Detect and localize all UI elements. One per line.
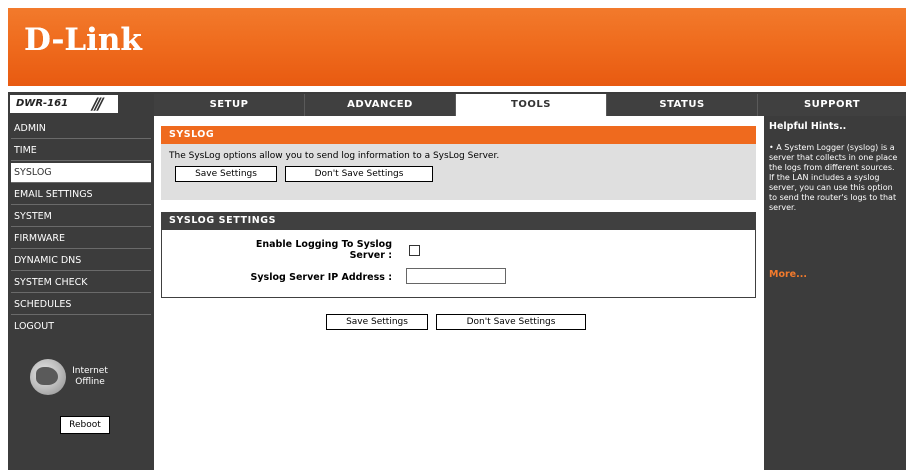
reboot-button[interactable]: Reboot (60, 416, 110, 434)
sidebar-item-firmware[interactable]: FIRMWARE (11, 229, 151, 249)
sidebar-item-schedules[interactable]: SCHEDULES (11, 295, 151, 315)
enable-logging-label: Enable Logging To Syslog Server : (192, 239, 392, 261)
header-banner: D-Link (8, 8, 906, 86)
syslog-description: The SysLog options allow you to send log… (169, 151, 500, 161)
sidebar-item-system[interactable]: SYSTEM (11, 207, 151, 227)
sidebar-item-admin[interactable]: ADMIN (11, 119, 151, 139)
section-title-syslog: SYSLOG (161, 126, 756, 144)
router-admin-page: D-Link DWR-161 /// SETUP ADVANCED TOOLS … (8, 0, 906, 470)
syslog-intro-panel: The SysLog options allow you to send log… (161, 144, 756, 200)
globe-icon (30, 359, 66, 395)
internet-status: Internet Offline (70, 366, 110, 388)
dlink-logo: D-Link (24, 22, 142, 58)
more-link[interactable]: More... (769, 269, 807, 280)
sidebar-item-time[interactable]: TIME (11, 141, 151, 161)
sidebar-item-system-check[interactable]: SYSTEM CHECK (11, 273, 151, 293)
enable-logging-label-line1: Enable Logging To Syslog (255, 239, 392, 250)
model-name: DWR-161 (16, 98, 69, 109)
syslog-server-ip-input[interactable] (406, 268, 506, 284)
sidebar-item-logout[interactable]: LOGOUT (11, 317, 151, 337)
sidebar: ADMIN TIME SYSLOG EMAIL SETTINGS SYSTEM … (8, 116, 154, 470)
helpful-hints-title: Helpful Hints.. (769, 121, 847, 132)
tab-tools[interactable]: TOOLS (456, 94, 607, 116)
sidebar-item-email-settings[interactable]: EMAIL SETTINGS (11, 185, 151, 205)
helpful-hints-text: • A System Logger (syslog) is a server t… (769, 143, 898, 212)
syslog-settings-panel: Enable Logging To Syslog Server : Syslog… (161, 230, 756, 298)
internet-status-label: Internet (72, 366, 108, 376)
section-title-syslog-settings: SYSLOG SETTINGS (161, 212, 756, 230)
main-content: SYSLOG The SysLog options allow you to s… (154, 116, 762, 470)
sidebar-item-dynamic-dns[interactable]: DYNAMIC DNS (11, 251, 151, 271)
tab-setup[interactable]: SETUP (154, 94, 305, 116)
tab-status[interactable]: STATUS (607, 94, 758, 116)
syslog-server-ip-label: Syslog Server IP Address : (250, 272, 392, 283)
model-badge: DWR-161 /// (10, 94, 118, 113)
internet-status-value: Offline (75, 377, 105, 387)
top-navigation: DWR-161 /// SETUP ADVANCED TOOLS STATUS … (8, 92, 906, 116)
support-panel: Helpful Hints.. • A System Logger (syslo… (764, 116, 906, 470)
slash-decoration-icon: /// (92, 94, 103, 113)
sidebar-item-syslog[interactable]: SYSLOG (11, 163, 151, 183)
tab-support[interactable]: SUPPORT (758, 94, 906, 116)
save-settings-button-bottom[interactable]: Save Settings (326, 314, 428, 330)
enable-logging-checkbox[interactable] (409, 245, 420, 256)
tab-advanced[interactable]: ADVANCED (305, 94, 456, 116)
save-settings-button-top[interactable]: Save Settings (175, 166, 277, 182)
dont-save-settings-button-top[interactable]: Don't Save Settings (285, 166, 433, 182)
dont-save-settings-button-bottom[interactable]: Don't Save Settings (436, 314, 586, 330)
enable-logging-label-line2: Server : (349, 250, 392, 261)
